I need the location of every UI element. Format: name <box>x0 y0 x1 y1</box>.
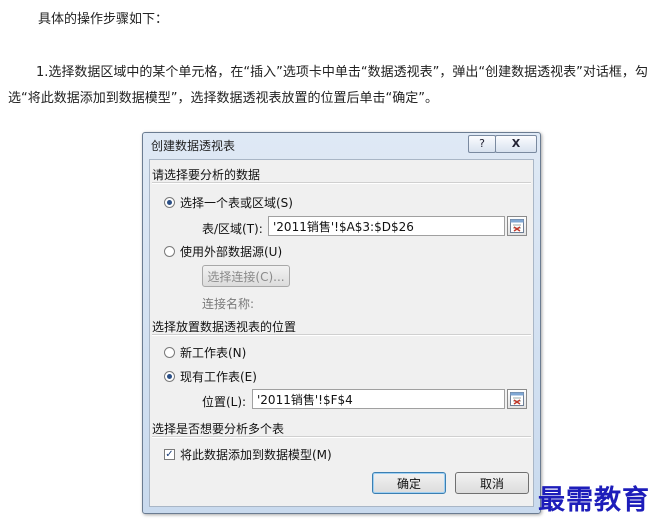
section-divider <box>152 182 531 184</box>
range-ref-button[interactable] <box>507 216 527 236</box>
checkbox-add-to-data-model-box[interactable]: ✓ <box>164 449 175 460</box>
intro-text: 具体的操作步骤如下： <box>38 12 169 27</box>
section-placement-label: 选择放置数据透视表的位置 <box>152 320 297 334</box>
choose-connection-button[interactable]: 选择连接(C)... <box>202 265 290 287</box>
step-1-text: 1.选择数据区域中的某个单元格，在“插入”选项卡中单击“数据透视表”，弹出“创建… <box>8 60 653 112</box>
help-button[interactable]: ? <box>468 135 496 153</box>
dialog-titlebar[interactable]: 创建数据透视表 ? X <box>143 133 540 155</box>
connection-name-label: 连接名称: <box>202 297 255 311</box>
radio-external-source-indicator[interactable] <box>164 246 175 257</box>
section-divider <box>152 436 531 438</box>
radio-existing-worksheet-label: 现有工作表(E) <box>180 370 257 384</box>
radio-new-worksheet-indicator[interactable] <box>164 347 175 358</box>
section-multiple-tables-label: 选择是否想要分析多个表 <box>152 422 285 436</box>
range-input[interactable]: '2011销售'!$A$3:$D$26 <box>268 216 505 236</box>
section-analyze-data-label: 请选择要分析的数据 <box>152 168 261 182</box>
step-1-body: 1.选择数据区域中的某个单元格，在“插入”选项卡中单击“数据透视表”，弹出“创建… <box>8 65 648 106</box>
radio-select-table-label: 选择一个表或区域(S) <box>180 196 293 210</box>
ok-button[interactable]: 确定 <box>372 472 446 494</box>
create-pivot-table-dialog: 创建数据透视表 ? X 请选择要分析的数据 选择一个表或区域(S) 表/区域(T… <box>142 132 541 514</box>
radio-external-source[interactable]: 使用外部数据源(U) <box>164 243 282 260</box>
section-placement: 选择放置数据透视表的位置 <box>152 318 531 336</box>
checkbox-add-to-data-model[interactable]: ✓ 将此数据添加到数据模型(M) <box>164 446 332 463</box>
section-divider <box>152 334 531 336</box>
dialog-title: 创建数据透视表 <box>151 139 236 153</box>
collapse-dialog-icon <box>510 392 524 406</box>
location-label: 位置(L): <box>202 395 247 409</box>
radio-new-worksheet[interactable]: 新工作表(N) <box>164 344 246 361</box>
section-multiple-tables: 选择是否想要分析多个表 <box>152 420 531 438</box>
range-label: 表/区域(T): <box>202 222 263 236</box>
section-analyze-data: 请选择要分析的数据 <box>152 166 531 184</box>
radio-select-table[interactable]: 选择一个表或区域(S) <box>164 194 293 211</box>
watermark-logo: 最需教育 <box>538 485 650 516</box>
radio-existing-worksheet-indicator[interactable] <box>164 371 175 382</box>
collapse-dialog-icon <box>510 219 524 233</box>
close-button[interactable]: X <box>495 135 537 153</box>
radio-new-worksheet-label: 新工作表(N) <box>180 346 247 360</box>
radio-select-table-indicator[interactable] <box>164 197 175 208</box>
cancel-button[interactable]: 取消 <box>455 472 529 494</box>
dialog-body: 请选择要分析的数据 选择一个表或区域(S) 表/区域(T): '2011销售'!… <box>149 159 534 507</box>
radio-external-source-label: 使用外部数据源(U) <box>180 245 283 259</box>
radio-existing-worksheet[interactable]: 现有工作表(E) <box>164 368 257 385</box>
checkbox-add-to-data-model-label: 将此数据添加到数据模型(M) <box>180 448 332 462</box>
location-ref-button[interactable] <box>507 389 527 409</box>
location-input[interactable]: '2011销售'!$F$4 <box>252 389 505 409</box>
